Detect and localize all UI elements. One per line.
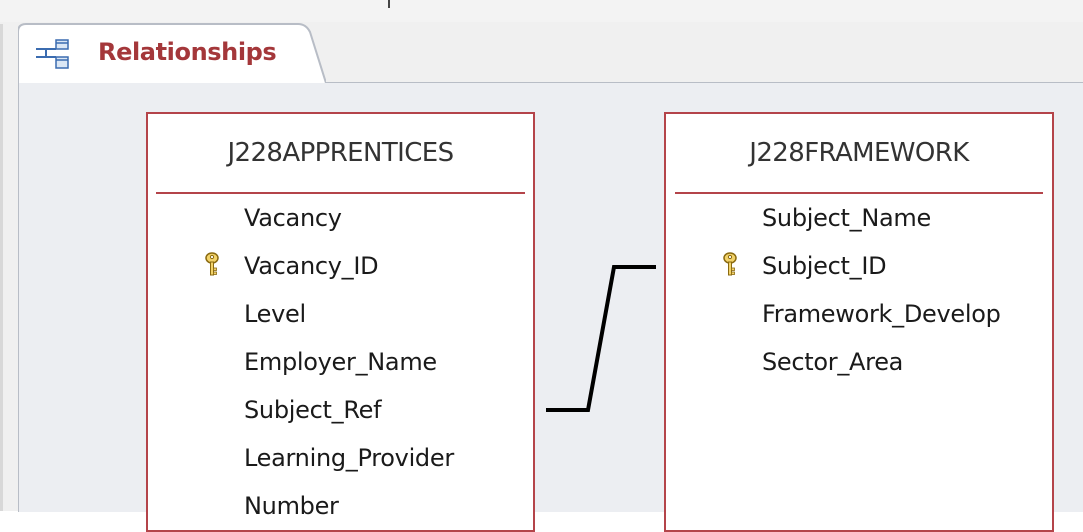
relationships-window: Relationships J228APPRENTICES Vacancy Va… — [0, 0, 1083, 532]
relationship-line[interactable] — [0, 0, 1083, 511]
